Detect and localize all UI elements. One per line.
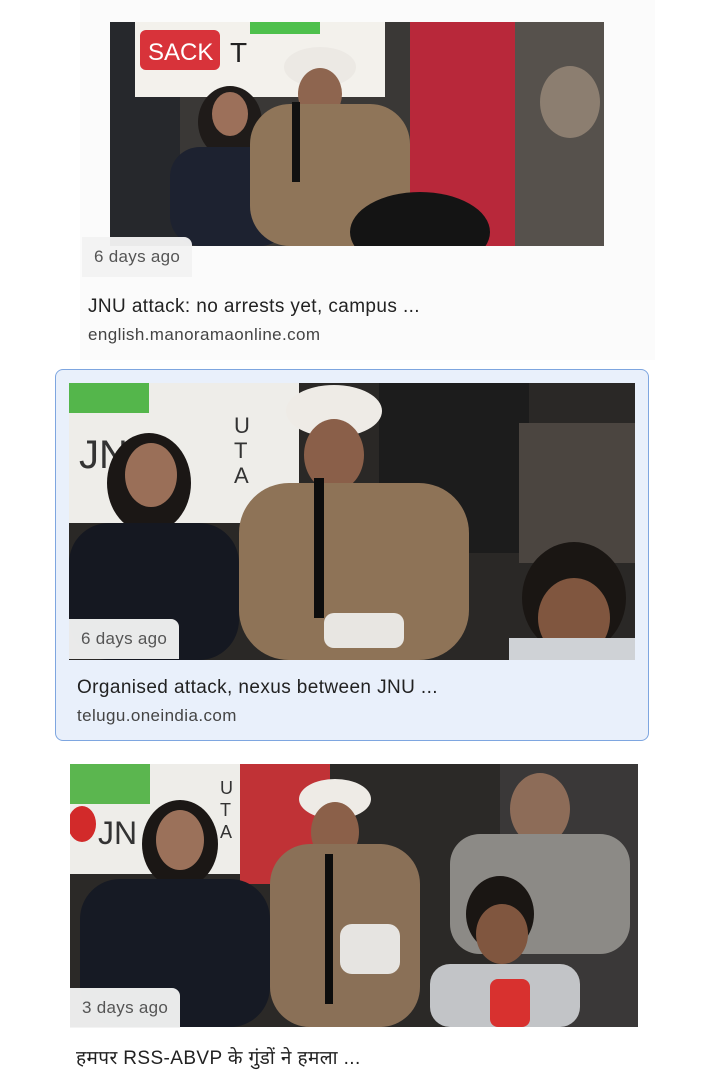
result-title[interactable]: हमपर RSS-ABVP के गुंडों ने हमला ...	[76, 1044, 361, 1070]
result-title[interactable]: Organised attack, nexus between JNU ...	[77, 677, 438, 699]
svg-text:T: T	[234, 438, 247, 463]
result-age-badge: 6 days ago	[69, 619, 180, 659]
result-title[interactable]: JNU attack: no arrests yet, campus ...	[88, 296, 420, 318]
svg-text:SACK: SACK	[148, 39, 213, 66]
result-age-badge: 6 days ago	[82, 237, 193, 277]
svg-text:A: A	[234, 463, 249, 488]
result-age-badge: 3 days ago	[70, 988, 181, 1028]
svg-text:A: A	[220, 822, 232, 842]
image-result-card[interactable]: SACK T 6 days ago JNU attack: no arrests…	[80, 0, 655, 360]
svg-text:T: T	[230, 37, 247, 68]
svg-text:JN: JN	[98, 815, 137, 851]
image-result-card[interactable]: JN U T A 3 days ago हमपर RSS-ABVP के गुं…	[66, 752, 646, 1070]
svg-text:U: U	[220, 778, 233, 798]
svg-text:U: U	[234, 413, 250, 438]
image-result-card-selected[interactable]: JN U T A 6 days ago Organised attack, ne…	[55, 369, 649, 741]
protest-photo: SACK T	[110, 22, 604, 246]
result-source[interactable]: english.manoramaonline.com	[88, 325, 320, 345]
image-results-page: SACK T 6 days ago JNU attack: no arrests…	[0, 0, 720, 1070]
result-thumbnail[interactable]: SACK T	[110, 22, 604, 246]
svg-text:T: T	[220, 800, 231, 820]
result-source[interactable]: telugu.oneindia.com	[77, 706, 237, 726]
